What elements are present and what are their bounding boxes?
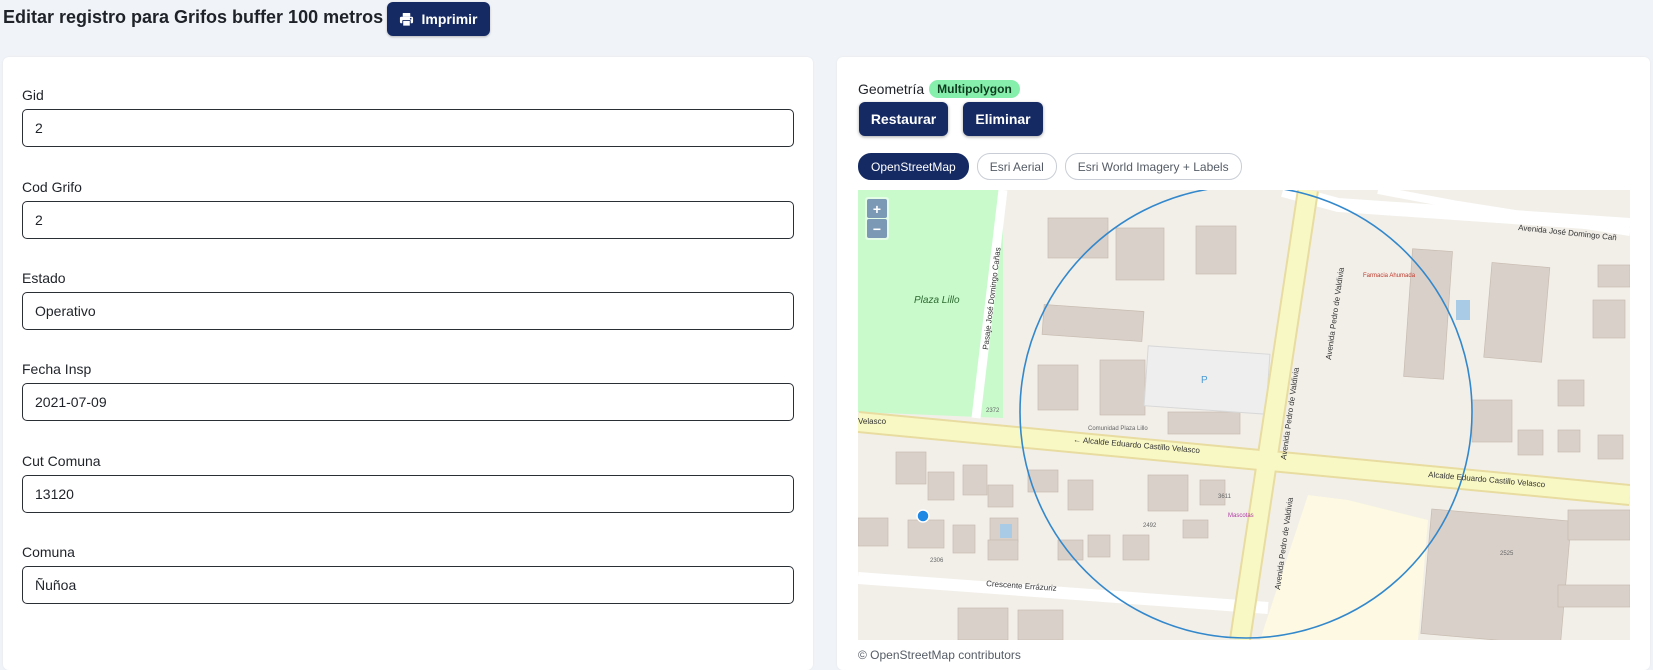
layer-switcher: OpenStreetMap Esri Aerial Esri World Ima… xyxy=(858,153,1242,180)
layer-esri-aerial[interactable]: Esri Aerial xyxy=(976,153,1057,180)
number-2372: 2372 xyxy=(986,408,1000,414)
pool-feature xyxy=(1456,300,1470,320)
number-2525: 2525 xyxy=(1500,551,1514,557)
field-label: Cut Comuna xyxy=(22,453,101,469)
cut-comuna-input[interactable] xyxy=(22,475,794,513)
layer-openstreetmap[interactable]: OpenStreetMap xyxy=(858,153,969,180)
field-estado: Estado xyxy=(22,270,794,330)
field-cod-grifo: Cod Grifo xyxy=(22,179,794,239)
zoom-in-button[interactable]: + xyxy=(867,199,887,218)
fecha-insp-input[interactable] xyxy=(22,383,794,421)
gid-input[interactable] xyxy=(22,109,794,147)
zoom-control: + − xyxy=(865,197,889,240)
field-label: Cod Grifo xyxy=(22,179,82,195)
mascotas-label: Mascotas xyxy=(1228,513,1254,519)
geometry-header: Geometría Multipolygon xyxy=(858,80,1020,98)
velasco-label: Velasco xyxy=(858,417,887,426)
parking-icon: P xyxy=(1201,375,1208,386)
water-feature xyxy=(1000,524,1012,538)
printer-icon xyxy=(400,12,414,27)
print-button[interactable]: Imprimir xyxy=(387,2,490,36)
hydrant-marker[interactable] xyxy=(916,509,930,523)
field-fecha-insp: Fecha Insp xyxy=(22,361,794,421)
comuna-input[interactable] xyxy=(22,566,794,604)
plaza-label: Plaza Lillo xyxy=(914,295,960,306)
cod-grifo-input[interactable] xyxy=(22,201,794,239)
estado-input[interactable] xyxy=(22,292,794,330)
form-card: Gid Cod Grifo Estado Fecha Insp Cut Comu… xyxy=(3,57,813,670)
zoom-out-button[interactable]: − xyxy=(867,219,887,238)
geometry-type-badge: Multipolygon xyxy=(929,80,1020,98)
number-2492: 2492 xyxy=(1143,523,1157,529)
geometry-card: Geometría Multipolygon Restaurar Elimina… xyxy=(837,57,1650,670)
comunidad-label: Comunidad Plaza Lillo xyxy=(1088,426,1148,432)
field-cut-comuna: Cut Comuna xyxy=(22,453,794,513)
map-canvas[interactable]: Plaza Lillo Pasaje José Domingo Cañas Av… xyxy=(858,190,1630,640)
field-label: Gid xyxy=(22,87,44,103)
field-gid: Gid xyxy=(22,87,794,147)
print-button-label: Imprimir xyxy=(421,11,478,27)
farmacia-label: Farmacia Ahumada xyxy=(1363,273,1416,279)
field-label: Estado xyxy=(22,270,66,286)
page-title: Editar registro para Grifos buffer 100 m… xyxy=(3,7,384,27)
delete-button[interactable]: Eliminar xyxy=(963,102,1043,136)
layer-esri-world-imagery-labels[interactable]: Esri World Imagery + Labels xyxy=(1064,153,1242,180)
field-label: Fecha Insp xyxy=(22,361,92,377)
number-3611: 3611 xyxy=(1218,494,1232,500)
field-comuna: Comuna xyxy=(22,544,794,604)
field-label: Comuna xyxy=(22,544,75,560)
map-attribution: © OpenStreetMap contributors xyxy=(858,648,1021,662)
map-view[interactable]: Plaza Lillo Pasaje José Domingo Cañas Av… xyxy=(858,190,1630,640)
geometry-label: Geometría xyxy=(858,81,925,97)
number-2306: 2306 xyxy=(930,558,944,564)
restore-button[interactable]: Restaurar xyxy=(859,102,948,136)
